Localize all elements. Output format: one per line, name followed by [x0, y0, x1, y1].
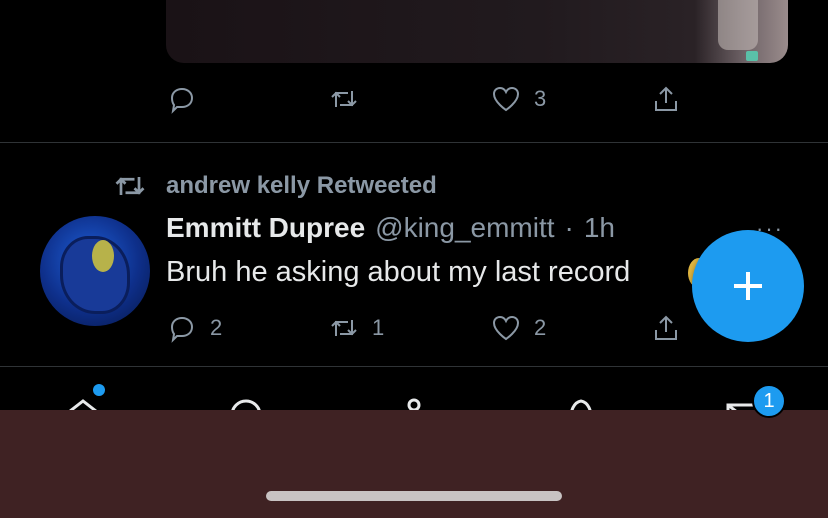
retweet-context-label: andrew kelly Retweeted: [166, 172, 437, 199]
heart-icon: [492, 315, 520, 341]
retweet-button[interactable]: [328, 79, 372, 119]
media-highlight-green: [746, 51, 758, 61]
retweet-icon: [331, 91, 357, 107]
avatar[interactable]: [40, 216, 150, 326]
tweet-header: Emmitt Dupree @king_emmitt · 1h: [166, 212, 615, 244]
tab-notifications[interactable]: [559, 395, 603, 411]
system-area: [0, 410, 828, 518]
like-button[interactable]: 3: [490, 79, 546, 119]
retweet-icon: [115, 177, 145, 195]
heart-icon: [492, 86, 520, 112]
search-icon: [231, 399, 261, 411]
timestamp[interactable]: 1h: [584, 212, 615, 244]
home-indicator[interactable]: [266, 491, 562, 501]
retweet-button[interactable]: 1: [328, 308, 384, 348]
user-handle[interactable]: @king_emmitt: [375, 212, 554, 244]
retweet-icon: [331, 320, 357, 336]
previous-tweet-actions: 3: [166, 79, 706, 119]
compose-tweet-button[interactable]: [692, 230, 804, 342]
retweet-count: 1: [372, 315, 385, 340]
previous-tweet-media[interactable]: [166, 0, 788, 63]
spaces-icon: [407, 398, 421, 411]
notifications-icon: [570, 399, 592, 411]
display-name[interactable]: Emmitt Dupree: [166, 212, 365, 244]
reply-button[interactable]: [166, 79, 210, 119]
divider: [0, 142, 828, 143]
bottom-tab-bar: [0, 367, 828, 411]
like-count: 2: [534, 315, 547, 340]
reply-icon: [170, 316, 194, 343]
tweet-text: Bruh he asking about my last record: [166, 256, 631, 288]
home-icon: [67, 399, 99, 411]
plus-icon: [734, 272, 762, 300]
tweet-actions: 2 1 2: [166, 308, 706, 348]
reply-button[interactable]: 2: [166, 308, 222, 348]
reply-icon: [170, 87, 194, 114]
share-button[interactable]: [650, 308, 682, 348]
share-button[interactable]: [650, 79, 682, 119]
share-icon: [655, 315, 677, 340]
tab-spaces[interactable]: [392, 395, 436, 411]
avatar-face: [92, 240, 114, 272]
like-button[interactable]: 2: [490, 308, 546, 348]
reply-count: 2: [210, 315, 223, 340]
separator: ·: [564, 212, 574, 243]
messages-badge: 1: [752, 384, 786, 418]
retweet-context[interactable]: andrew kelly Retweeted: [112, 168, 437, 204]
tab-home[interactable]: [61, 395, 105, 411]
tab-search[interactable]: [226, 395, 270, 411]
share-icon: [655, 86, 677, 111]
media-highlight: [718, 0, 758, 50]
new-content-dot: [93, 384, 105, 396]
